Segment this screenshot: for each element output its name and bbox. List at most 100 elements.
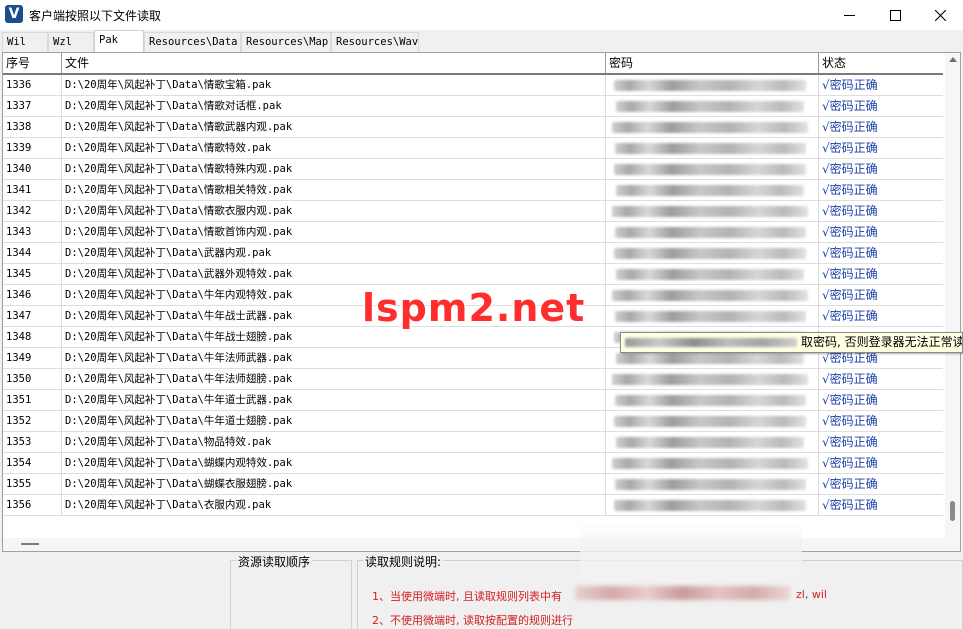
- row-file-path: D:\20周年\风起补丁\Data\牛年道士翅膀.pak: [62, 411, 606, 431]
- tab-wzl[interactable]: Wzl: [48, 32, 94, 52]
- column-header-file[interactable]: 文件: [62, 53, 606, 73]
- table-row[interactable]: 1336 D:\20周年\风起补丁\Data\情歌宝箱.pak √密码正确: [3, 75, 943, 96]
- row-password: [606, 243, 819, 263]
- table-row[interactable]: 1343 D:\20周年\风起补丁\Data\情歌首饰内观.pak √密码正确: [3, 222, 943, 243]
- table-row[interactable]: 1350 D:\20周年\风起补丁\Data\牛年法师翅膀.pak √密码正确: [3, 369, 943, 390]
- scroll-up-icon[interactable]: [949, 57, 957, 62]
- row-status: √密码正确: [822, 162, 878, 176]
- vertical-scroll-thumb[interactable]: [950, 501, 955, 521]
- row-password: [606, 411, 819, 431]
- table-row[interactable]: 1353 D:\20周年\风起补丁\Data\物品特效.pak √密码正确: [3, 432, 943, 453]
- row-id: 1346: [3, 285, 62, 305]
- table-row[interactable]: 1341 D:\20周年\风起补丁\Data\情歌相关特效.pak √密码正确: [3, 180, 943, 201]
- column-header-id[interactable]: 序号: [3, 53, 62, 73]
- app-logo-icon: V: [5, 5, 23, 23]
- row-status: √密码正确: [822, 393, 878, 407]
- redaction-blur: [612, 290, 808, 301]
- redaction-blur: [614, 164, 806, 175]
- row-password: [606, 180, 819, 200]
- row-status: √密码正确: [822, 225, 878, 239]
- row-password: [606, 432, 819, 452]
- row-status: √密码正确: [822, 204, 878, 218]
- row-file-path: D:\20周年\风起补丁\Data\情歌宝箱.pak: [62, 75, 606, 95]
- redaction-blur: [612, 122, 808, 133]
- row-password: [606, 285, 819, 305]
- redaction-blur: [616, 269, 804, 280]
- tab-resources-wav[interactable]: Resources\Wav: [331, 32, 419, 52]
- row-file-path: D:\20周年\风起补丁\Data\牛年战士翅膀.pak: [62, 327, 606, 347]
- row-password: [606, 390, 819, 410]
- table-row[interactable]: 1354 D:\20周年\风起补丁\Data\蝴蝶内观特效.pak √密码正确: [3, 453, 943, 474]
- minimize-button[interactable]: [826, 0, 872, 30]
- tab-resources-data[interactable]: Resources\Data: [144, 32, 241, 52]
- row-file-path: D:\20周年\风起补丁\Data\蝴蝶衣服翅膀.pak: [62, 474, 606, 494]
- redaction-blur: [616, 185, 804, 196]
- row-file-path: D:\20周年\风起补丁\Data\武器外观特效.pak: [62, 264, 606, 284]
- redaction-blur: [625, 338, 797, 347]
- row-status: √密码正确: [822, 183, 878, 197]
- row-file-path: D:\20周年\风起补丁\Data\情歌特效.pak: [62, 138, 606, 158]
- row-password: [606, 369, 819, 389]
- redaction-blur: [615, 227, 806, 238]
- row-id: 1343: [3, 222, 62, 242]
- table-row[interactable]: 1355 D:\20周年\风起补丁\Data\蝴蝶衣服翅膀.pak √密码正确: [3, 474, 943, 495]
- tab-bar: Wil Wzl Pak Resources\Data Resources\Map…: [0, 30, 963, 52]
- table-row[interactable]: 1342 D:\20周年\风起补丁\Data\情歌衣服内观.pak √密码正确: [3, 201, 943, 222]
- minimize-icon: [843, 14, 855, 16]
- row-id: 1352: [3, 411, 62, 431]
- title-bar: V 客户端按照以下文件读取: [0, 0, 963, 30]
- row-file-path: D:\20周年\风起补丁\Data\衣服内观.pak: [62, 495, 606, 515]
- row-file-path: D:\20周年\风起补丁\Data\武器内观.pak: [62, 243, 606, 263]
- table-row[interactable]: 1351 D:\20周年\风起补丁\Data\牛年道士武器.pak √密码正确: [3, 390, 943, 411]
- table-row[interactable]: 1352 D:\20周年\风起补丁\Data\牛年道士翅膀.pak √密码正确: [3, 411, 943, 432]
- row-password: [606, 96, 819, 116]
- table-row[interactable]: 1339 D:\20周年\风起补丁\Data\情歌特效.pak √密码正确: [3, 138, 943, 159]
- maximize-button[interactable]: [872, 0, 918, 30]
- row-status: √密码正确: [822, 435, 878, 449]
- table-row[interactable]: 1356 D:\20周年\风起补丁\Data\衣服内观.pak √密码正确: [3, 495, 943, 516]
- column-header-password[interactable]: 密码: [606, 53, 819, 73]
- row-password: [606, 306, 819, 326]
- table-row[interactable]: 1340 D:\20周年\风起补丁\Data\情歌特殊内观.pak √密码正确: [3, 159, 943, 180]
- tab-wil[interactable]: Wil: [2, 32, 48, 52]
- row-id: 1351: [3, 390, 62, 410]
- horizontal-scrollbar[interactable]: [3, 538, 960, 551]
- row-status: √密码正确: [822, 372, 878, 386]
- redaction-blur: [612, 374, 808, 385]
- row-password: [606, 222, 819, 242]
- table-row[interactable]: 1345 D:\20周年\风起补丁\Data\武器外观特效.pak √密码正确: [3, 264, 943, 285]
- watermark: lspm2.net: [362, 286, 586, 330]
- table-row[interactable]: 1338 D:\20周年\风起补丁\Data\情歌武器内观.pak √密码正确: [3, 117, 943, 138]
- table-row[interactable]: 1344 D:\20周年\风起补丁\Data\武器内观.pak √密码正确: [3, 243, 943, 264]
- row-file-path: D:\20周年\风起补丁\Data\牛年法师翅膀.pak: [62, 369, 606, 389]
- close-button[interactable]: [917, 0, 963, 30]
- window-title: 客户端按照以下文件读取: [29, 9, 162, 23]
- row-file-path: D:\20周年\风起补丁\Data\情歌对话框.pak: [62, 96, 606, 116]
- row-file-path: D:\20周年\风起补丁\Data\情歌武器内观.pak: [62, 117, 606, 137]
- row-id: 1340: [3, 159, 62, 179]
- row-password: [606, 495, 819, 515]
- row-status: √密码正确: [822, 477, 878, 491]
- row-file-path: D:\20周年\风起补丁\Data\物品特效.pak: [62, 432, 606, 452]
- row-id: 1345: [3, 264, 62, 284]
- redaction-blur: [575, 586, 790, 600]
- vertical-scrollbar[interactable]: [945, 53, 960, 538]
- horizontal-scroll-thumb[interactable]: [21, 543, 39, 545]
- maximize-icon: [889, 9, 901, 21]
- tab-resources-map[interactable]: Resources\Map: [241, 32, 331, 52]
- tab-pak[interactable]: Pak: [94, 30, 144, 52]
- row-id: 1356: [3, 495, 62, 515]
- row-status: √密码正确: [822, 141, 878, 155]
- row-id: 1348: [3, 327, 62, 347]
- row-id: 1337: [3, 96, 62, 116]
- redaction-blur: [615, 311, 806, 322]
- column-header-status[interactable]: 状态: [819, 53, 943, 73]
- rule-2: 2、不使用微端时, 读取按配置的规则进行: [372, 614, 573, 627]
- table-row[interactable]: 1337 D:\20周年\风起补丁\Data\情歌对话框.pak √密码正确: [3, 96, 943, 117]
- row-file-path: D:\20周年\风起补丁\Data\牛年道士武器.pak: [62, 390, 606, 410]
- row-status: √密码正确: [822, 99, 878, 113]
- close-icon: [934, 9, 946, 21]
- row-status: √密码正确: [822, 120, 878, 134]
- redaction-fade: [580, 520, 802, 590]
- redaction-blur: [616, 353, 804, 364]
